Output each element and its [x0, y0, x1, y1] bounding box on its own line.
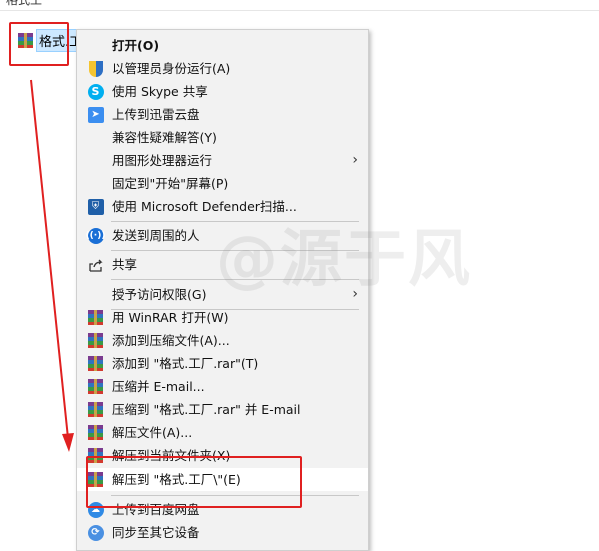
annotation-arrow: [30, 79, 74, 452]
